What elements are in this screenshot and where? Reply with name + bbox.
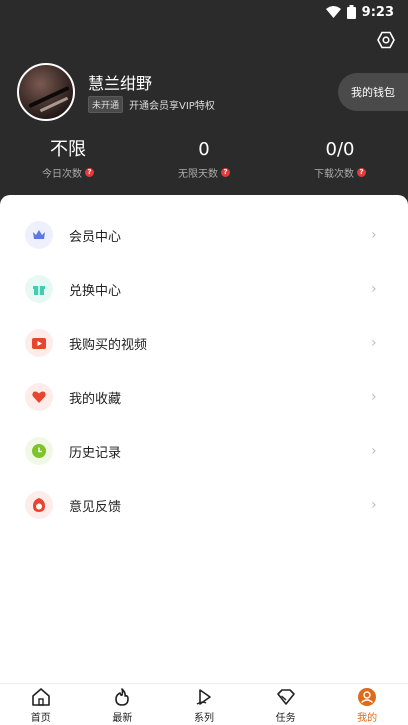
menu-item-label: 我的收藏 [69, 391, 122, 407]
video-play-icon [25, 329, 53, 357]
stat-download-count: 0/0 下载次数? [280, 139, 400, 180]
play-series-icon [194, 687, 214, 707]
home-icon [31, 687, 51, 707]
avatar[interactable] [17, 63, 75, 121]
heart-icon [25, 383, 53, 411]
nav-tasks[interactable]: 任务 [245, 684, 327, 725]
clock-icon [25, 437, 53, 465]
chevron-right-icon: › [371, 497, 377, 513]
vip-status-row[interactable]: 未开通 开通会员享VIP特权 [88, 96, 215, 113]
menu-item-history[interactable]: 历史记录 › [0, 424, 408, 478]
menu-item-label: 兑换中心 [69, 283, 122, 299]
diamond-icon [276, 687, 296, 707]
menu-item-label: 会员中心 [69, 229, 122, 245]
wifi-icon [325, 6, 341, 18]
flame-icon [112, 687, 132, 707]
vip-status-badge: 未开通 [88, 96, 124, 113]
username[interactable]: 慧兰绀野 [88, 70, 152, 94]
stat-unlimited-days: 0 无限天数? [144, 139, 264, 180]
wallet-label: 我的钱包 [351, 86, 395, 99]
nav-mine[interactable]: 我的 [326, 684, 408, 725]
menu-item-feedback[interactable]: 意见反馈 › [0, 478, 408, 532]
feedback-icon [25, 491, 53, 519]
menu-item-label: 我购买的视频 [69, 337, 148, 353]
menu-item-favorites[interactable]: 我的收藏 › [0, 370, 408, 424]
status-bar: 9:23 [0, 0, 408, 24]
gift-icon [25, 275, 53, 303]
status-time: 9:23 [361, 4, 394, 20]
nav-latest[interactable]: 最新 [82, 684, 164, 725]
nav-label: 最新 [112, 713, 133, 724]
stat-label: 无限天数 [178, 169, 218, 180]
stat-label: 今日次数 [42, 169, 82, 180]
nav-label: 首页 [30, 713, 51, 724]
nav-home[interactable]: 首页 [0, 684, 82, 725]
stat-value: 0 [198, 139, 210, 160]
stat-today-count: 不限 今日次数? [8, 139, 128, 180]
chevron-right-icon: › [371, 281, 377, 297]
stat-value: 不限 [50, 139, 86, 160]
menu-item-vip-center[interactable]: 会员中心 › [0, 208, 408, 262]
help-icon[interactable]: ? [357, 168, 366, 177]
battery-icon [346, 5, 356, 19]
nav-label: 任务 [275, 713, 296, 724]
nav-series[interactable]: 系列 [163, 684, 245, 725]
bottom-nav: 首页 最新 系列 任务 我的 [0, 683, 408, 725]
settings-button[interactable] [375, 31, 397, 53]
menu-item-purchased-videos[interactable]: 我购买的视频 › [0, 316, 408, 370]
profile-icon [357, 687, 377, 707]
help-icon[interactable]: ? [85, 168, 94, 177]
settings-hexagon-icon [377, 31, 395, 53]
stat-value: 0/0 [325, 139, 355, 160]
menu-item-label: 意见反馈 [69, 499, 122, 515]
chevron-right-icon: › [371, 335, 377, 351]
menu-item-redeem-center[interactable]: 兑换中心 › [0, 262, 408, 316]
stat-label: 下载次数 [314, 169, 354, 180]
wallet-button[interactable]: 我的钱包 [338, 73, 408, 111]
nav-label: 系列 [193, 713, 214, 724]
chevron-right-icon: › [371, 443, 377, 459]
crown-icon [25, 221, 53, 249]
menu-item-label: 历史记录 [69, 445, 122, 461]
chevron-right-icon: › [371, 389, 377, 405]
chevron-right-icon: › [371, 227, 377, 243]
menu-card: 会员中心 › 兑换中心 › 我购买的视频 › 我的收藏 › 历史记录 › 意见反 [0, 195, 408, 725]
vip-prompt-text: 开通会员享VIP特权 [129, 101, 215, 112]
nav-label: 我的 [357, 713, 378, 724]
help-icon[interactable]: ? [221, 168, 230, 177]
